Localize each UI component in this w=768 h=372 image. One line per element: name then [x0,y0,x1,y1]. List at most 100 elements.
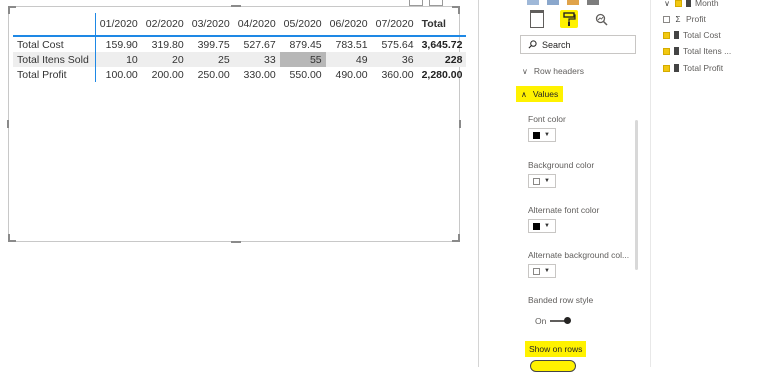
matrix-cell-selected[interactable]: 55 [279,52,326,67]
matrix-visual[interactable]: 01/2020 02/2020 03/2020 04/2020 05/2020 … [7,0,467,243]
visual-type-icon[interactable] [547,0,559,5]
field-checkbox[interactable] [663,15,670,23]
column-header[interactable]: 03/2020 [188,13,234,36]
matrix-cell[interactable]: 36 [371,52,418,67]
matrix-cell[interactable]: 360.00 [372,67,418,82]
dropdown-caret-icon: ▼ [544,178,550,184]
calendar-field-icon [686,0,691,7]
matrix-cell[interactable]: 20 [141,52,188,67]
matrix-cell[interactable]: 33 [233,52,280,67]
format-pane-scrollbar[interactable] [635,120,638,270]
alternate-font-color-picker[interactable]: ▼ [528,219,556,233]
banded-row-style-toggle[interactable]: On [535,316,572,326]
matrix-cell[interactable]: 330.00 [234,67,280,82]
field-checkbox[interactable] [675,0,682,7]
field-item-total-cost[interactable]: Total Cost [663,30,721,40]
row-header[interactable]: Total Cost [13,36,96,52]
matrix-cell[interactable]: 783.51 [326,36,372,52]
field-checkbox[interactable] [663,31,670,39]
alternate-background-color-picker[interactable]: ▼ [528,264,556,278]
format-pane [500,0,642,367]
matrix-corner [13,13,96,36]
matrix-cell[interactable]: 25 [187,52,234,67]
visualization-icons-row [527,0,599,5]
column-header-total[interactable]: Total [418,13,467,36]
column-header[interactable]: 01/2020 [95,13,141,36]
toggle-state-label: On [535,316,547,326]
matrix-total-cell[interactable]: 2,280.00 [418,67,467,82]
toggle-track [550,317,572,324]
focus-mode-icon[interactable] [409,0,423,6]
matrix-cell[interactable]: 250.00 [188,67,234,82]
more-options-icon[interactable] [429,0,443,6]
row-header[interactable]: Total Itens Sold [13,52,96,67]
pane-divider [478,0,479,367]
column-header[interactable]: 07/2020 [372,13,418,36]
matrix-cell[interactable]: 575.64 [372,36,418,52]
field-checkbox[interactable] [663,64,670,72]
column-header-row: 01/2020 02/2020 03/2020 04/2020 05/2020 … [13,13,467,36]
resize-corner-bottom-left[interactable] [8,234,16,242]
resize-handle-top[interactable] [231,5,241,7]
show-on-rows-label: Show on rows [525,341,587,357]
matrix-total-cell[interactable]: 228 [417,52,467,67]
matrix-total-cell[interactable]: 3,645.72 [418,36,467,52]
field-item-month[interactable]: ∨ Month [663,0,719,8]
column-header[interactable]: 05/2020 [280,13,326,36]
alternate-font-color-label: Alternate font color [528,205,600,215]
visual-type-icon[interactable] [587,0,599,5]
matrix-cell[interactable]: 399.75 [188,36,234,52]
section-row-headers[interactable]: ∨ Row headers [522,66,584,76]
section-label: Values [532,89,559,99]
chevron-down-icon: ∨ [664,0,670,8]
resize-handle-right[interactable] [459,120,461,128]
field-checkbox[interactable] [663,47,670,55]
dropdown-caret-icon: ▼ [544,223,550,229]
resize-handle-left[interactable] [7,120,9,128]
color-swatch [533,267,540,275]
section-label: Row headers [533,66,584,76]
color-swatch [533,222,540,230]
field-item-profit[interactable]: Σ Profit [663,14,706,24]
matrix-cell[interactable]: 490.00 [326,67,372,82]
fields-icon [530,10,544,28]
matrix-cell[interactable]: 879.45 [280,36,326,52]
matrix-cell[interactable]: 10 [95,52,142,67]
resize-corner-bottom-right[interactable] [452,234,460,242]
field-item-total-itens[interactable]: Total Itens ... [663,46,731,56]
field-label: Month [695,0,719,8]
format-search-input[interactable]: Search [520,35,636,54]
column-header[interactable]: 04/2020 [234,13,280,36]
visual-type-icon[interactable] [567,0,579,5]
matrix-cell[interactable]: 100.00 [95,67,141,82]
field-label: Profit [686,14,706,24]
format-tab[interactable] [560,10,578,28]
color-swatch [533,131,540,139]
background-color-picker[interactable]: ▼ [528,174,556,188]
column-header[interactable]: 06/2020 [326,13,372,36]
matrix-cell[interactable]: 159.90 [95,36,141,52]
visual-type-icon[interactable] [527,0,539,5]
font-color-picker[interactable]: ▼ [528,128,556,142]
search-icon [528,40,537,49]
field-label: Total Cost [683,30,721,40]
matrix-cell[interactable]: 527.67 [234,36,280,52]
row-header[interactable]: Total Profit [13,67,96,82]
column-header[interactable]: 02/2020 [142,13,188,36]
section-values[interactable]: ∧ Values [516,86,564,102]
show-on-rows-toggle[interactable] [530,360,576,372]
matrix-cell[interactable]: 550.00 [280,67,326,82]
dropdown-caret-icon: ▼ [544,268,550,274]
matrix-cell[interactable]: 49 [325,52,372,67]
field-item-total-profit[interactable]: Total Profit [663,63,723,73]
pane-tabs [528,10,610,28]
analytics-tab[interactable] [592,10,610,28]
fields-tab[interactable] [528,10,546,28]
alternate-background-color-label: Alternate background col... [528,250,630,260]
table-row: Total Cost 159.90 319.80 399.75 527.67 8… [13,36,466,52]
table-row: Total Itens Sold 10 20 25 33 55 49 36 22… [13,52,467,67]
matrix-cell[interactable]: 200.00 [142,67,188,82]
sigma-icon: Σ [675,14,681,24]
resize-handle-bottom[interactable] [231,241,241,243]
matrix-cell[interactable]: 319.80 [142,36,188,52]
